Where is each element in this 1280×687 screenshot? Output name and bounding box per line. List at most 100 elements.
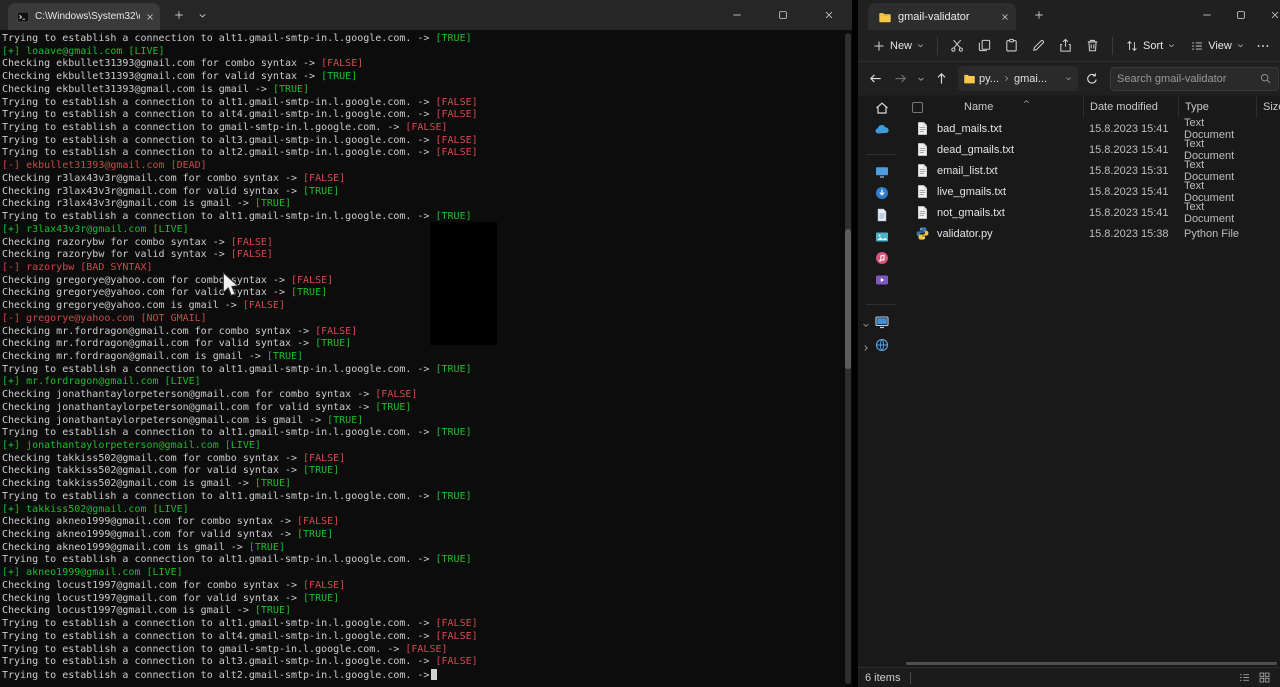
terminal-scrollbar-thumb[interactable] (845, 229, 851, 369)
file-row[interactable]: dead_gmails.txt15.8.2023 15:41Text Docum… (904, 139, 1280, 160)
sort-button[interactable]: Sort (1119, 35, 1182, 57)
terminal-close-button[interactable] (806, 0, 852, 30)
paste-button[interactable] (998, 33, 1025, 59)
terminal-tab[interactable]: C:\Windows\System32\cmd.e (8, 3, 160, 30)
column-header-type[interactable]: Type (1178, 96, 1256, 118)
terminal-line: Checking gregorye@yahoo.com for valid sy… (2, 287, 852, 300)
terminal-line: Checking mr.fordragon@gmail.com for comb… (2, 326, 852, 339)
chevron-right-icon[interactable] (861, 340, 871, 350)
search-icon (1259, 72, 1272, 85)
search-input[interactable] (1117, 73, 1259, 85)
terminal-line: Checking ekbullet31393@gmail.com for com… (2, 58, 852, 71)
view-button[interactable]: View (1184, 35, 1251, 57)
view-icon (1190, 39, 1204, 53)
terminal-tab-close-icon[interactable] (145, 12, 155, 22)
sidebar-item-music[interactable] (874, 250, 890, 266)
terminal-line: [+] r3lax43v3r@gmail.com [LIVE] (2, 224, 852, 237)
refresh-icon[interactable] (1080, 67, 1103, 90)
breadcrumb-dropdown-icon[interactable] (1064, 74, 1073, 83)
sidebar-item-videos[interactable] (874, 272, 890, 288)
column-header-name[interactable]: Name (934, 96, 1083, 118)
sidebar-item-onedrive[interactable] (874, 122, 890, 138)
rename-icon (1031, 38, 1046, 53)
view-button-label: View (1208, 40, 1232, 52)
terminal-line: Checking jonathantaylorpeterson@gmail.co… (2, 389, 852, 402)
horizontal-scrollbar[interactable] (906, 662, 1277, 665)
mouse-cursor (222, 272, 241, 298)
column-headers: Name Date modified Type Size (904, 96, 1280, 118)
sidebar-item-desktop[interactable] (874, 164, 890, 180)
file-row[interactable]: live_gmails.txt15.8.2023 15:41Text Docum… (904, 181, 1280, 202)
terminal-line: Checking takkiss502@gmail.com for valid … (2, 465, 852, 478)
recent-locations-chevron-icon[interactable] (914, 67, 928, 90)
explorer-tab-close-icon[interactable] (1000, 12, 1010, 22)
up-icon[interactable] (930, 67, 953, 90)
share-icon (1058, 38, 1073, 53)
sidebar-item-downloads[interactable] (874, 185, 890, 201)
terminal-window: C:\Windows\System32\cmd.e Trying to esta… (0, 0, 852, 687)
column-header-label: Name (936, 101, 993, 113)
file-type: Python File (1178, 228, 1256, 240)
new-button-label: New (890, 40, 912, 52)
terminal-line: Checking jonathantaylorpeterson@gmail.co… (2, 415, 852, 428)
explorer-window: gmail-validator New Sort View (858, 0, 1280, 687)
copy-icon (977, 38, 992, 53)
explorer-tab[interactable]: gmail-validator (868, 3, 1016, 30)
terminal-line: Trying to establish a connection to alt1… (2, 491, 852, 504)
file-row[interactable]: email_list.txt15.8.2023 15:31Text Docume… (904, 160, 1280, 181)
terminal-tab-dropdown-icon[interactable] (192, 5, 212, 25)
chevron-down-icon (1167, 41, 1176, 50)
terminal-line: Trying to establish a connection to alt1… (2, 33, 852, 46)
explorer-maximize-button[interactable] (1224, 0, 1258, 30)
sidebar-item-pictures[interactable] (874, 229, 890, 245)
column-header-date-modified[interactable]: Date modified (1083, 96, 1178, 118)
terminal-minimize-button[interactable] (714, 0, 760, 30)
sidebar-item-documents[interactable] (874, 207, 890, 223)
terminal-line: Trying to establish a connection to alt1… (2, 97, 852, 110)
chevron-down-icon (1236, 41, 1245, 50)
terminal-line: [+] jonathantaylorpeterson@gmail.com [LI… (2, 440, 852, 453)
delete-button[interactable] (1079, 33, 1106, 59)
file-row[interactable]: validator.py15.8.2023 15:38Python File (904, 223, 1280, 244)
new-button[interactable]: New (866, 35, 931, 57)
sidebar-item-home[interactable] (874, 100, 890, 116)
breadcrumb-segment[interactable]: gmai... (1014, 73, 1047, 85)
explorer-new-tab-button[interactable] (1028, 5, 1050, 25)
sidebar-item-network[interactable] (874, 337, 890, 353)
file-date-modified: 15.8.2023 15:41 (1083, 207, 1178, 219)
terminal-maximize-button[interactable] (760, 0, 806, 30)
terminal-screen[interactable]: Trying to establish a connection to alt1… (0, 30, 852, 687)
terminal-scrollbar[interactable] (845, 33, 851, 684)
large-icons-view-icon[interactable] (1256, 670, 1273, 686)
forward-icon[interactable] (889, 67, 912, 90)
terminal-line: Checking razorybw for valid syntax -> [F… (2, 249, 852, 262)
sidebar-separator (866, 154, 896, 155)
terminal-new-tab-button[interactable] (168, 5, 190, 25)
terminal-line: [-] gregorye@yahoo.com [NOT GMAIL] (2, 313, 852, 326)
details-view-icon[interactable] (1236, 670, 1253, 686)
column-header-size[interactable]: Size (1256, 96, 1280, 118)
file-row[interactable]: not_gmails.txt15.8.2023 15:41Text Docume… (904, 202, 1280, 223)
paste-icon (1004, 38, 1019, 53)
status-separator (910, 672, 911, 684)
explorer-close-button[interactable] (1258, 0, 1280, 30)
copy-button[interactable] (971, 33, 998, 59)
terminal-line: [+] loaave@gmail.com [LIVE] (2, 46, 852, 59)
terminal-line: Trying to establish a connection to alt1… (2, 364, 852, 377)
text-file-icon (915, 142, 931, 158)
file-row[interactable]: bad_mails.txt15.8.2023 15:41Text Documen… (904, 118, 1280, 139)
rename-button[interactable] (1025, 33, 1052, 59)
terminal-line: [+] akneo1999@gmail.com [LIVE] (2, 567, 852, 580)
select-all-checkbox[interactable] (904, 96, 934, 118)
status-bar: 6 items (858, 667, 1280, 687)
breadcrumb-segment[interactable]: py... (979, 73, 999, 85)
file-date-modified: 15.8.2023 15:38 (1083, 228, 1178, 240)
chevron-down-icon[interactable] (861, 317, 871, 327)
sidebar-item-this-pc[interactable] (874, 314, 890, 330)
explorer-minimize-button[interactable] (1190, 0, 1224, 30)
cut-button[interactable] (944, 33, 971, 59)
share-button[interactable] (1052, 33, 1079, 59)
sort-icon (1125, 39, 1139, 53)
more-options-icon[interactable] (1255, 33, 1272, 59)
back-icon[interactable] (864, 67, 887, 90)
